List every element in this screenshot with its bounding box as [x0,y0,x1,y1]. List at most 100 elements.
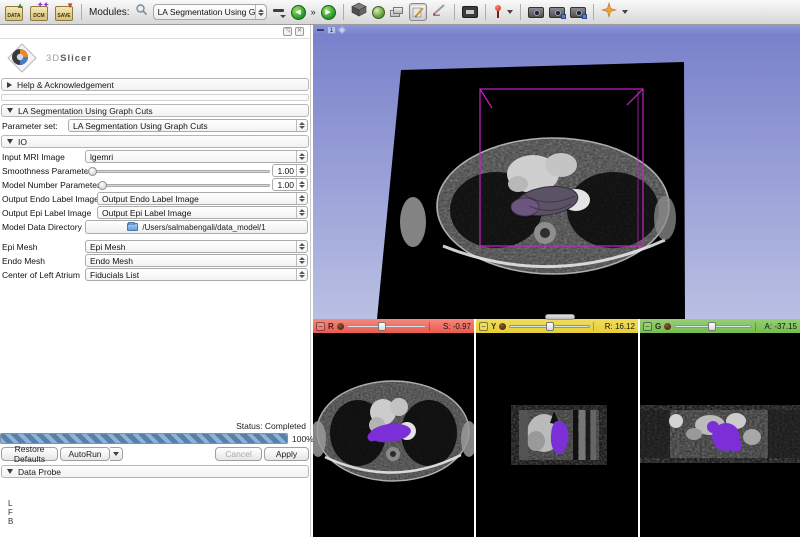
red-slice-view[interactable] [313,333,474,537]
layout-cube-icon[interactable] [351,2,367,22]
load-data-button[interactable]: ▲ DATA [4,3,24,22]
io-section-header[interactable]: IO [1,135,309,148]
module-header-label: LA Segmentation Using Graph Cuts [18,106,153,116]
yellow-slice-controller: − Y R: 16.12 [476,319,638,333]
markups-sphere-icon[interactable] [372,6,385,19]
model-number-slider[interactable] [96,184,270,187]
close-panel-icon[interactable]: ✕ [295,27,304,36]
pin-dropdown-caret-icon[interactable] [507,10,513,14]
annotation-pencil-button[interactable] [409,3,427,21]
data-probe-layer-labels: L F B [8,499,13,526]
parameter-set-combobox[interactable]: LA Segmentation Using Graph Cuts [68,119,308,132]
smoothness-spinbox[interactable]: 1.00 [272,164,308,177]
combo-arrows-icon [296,241,307,252]
dicom-stars-icon: ✦✦ [37,1,49,10]
toolbar-separator [454,4,455,20]
smoothness-value: 1.00 [273,166,296,176]
center-la-value: Fiducials List [90,270,296,280]
slice-view-letter: R [328,322,334,331]
toolbar-separator [343,4,344,20]
help-acknowledgement-header[interactable]: Help & Acknowledgement [1,78,309,91]
extensions-sparkle-icon[interactable] [601,2,617,23]
screen-capture-icon[interactable] [462,6,478,18]
data-probe-label: Data Probe [18,467,61,477]
input-mri-combobox[interactable]: lgemri [85,150,308,163]
splitter-handle[interactable] [545,314,575,320]
load-dicom-button[interactable]: ✦✦ DCM [29,3,49,22]
pin-diamond-icon[interactable] [338,25,346,33]
view-layout-area: 1 [313,25,800,537]
module-section-header[interactable]: LA Segmentation Using Graph Cuts [1,104,309,117]
combo-arrows-icon [296,207,307,218]
autorun-button[interactable]: AutoRun [60,447,110,461]
slice-layers-icon[interactable] [390,6,404,18]
collapse-icon[interactable]: − [316,322,325,331]
threed-view[interactable] [313,34,800,319]
combo-arrows-icon [296,255,307,266]
scene-view-restore-icon[interactable] [570,7,586,18]
yellow-slice-offset-value: R: 16.12 [593,322,635,331]
undock-panel-icon[interactable]: ◹ [283,27,292,36]
output-endo-label: Output Endo Label Image [2,192,99,206]
slice-menu-icon[interactable] [664,323,671,330]
green-slice-offset-value: A: -37.15 [755,322,797,331]
io-header-label: IO [18,137,27,147]
save-data-button[interactable]: ▼ SAVE [54,3,74,22]
scene-view-save-icon[interactable] [549,7,565,18]
output-endo-value: Output Endo Label Image [102,194,296,204]
panel-spacer [1,94,309,101]
expanded-arrow-icon [7,108,13,113]
epi-mesh-label: Epi Mesh [2,240,37,254]
screenshot-camera-icon[interactable] [528,7,544,18]
progress-bar [0,433,288,444]
modules-selected-value: LA Segmentation Using Graph Cuts [158,7,255,17]
save-arrow-icon: ▼ [66,1,74,10]
extensions-dropdown-caret-icon[interactable] [622,10,628,14]
collapse-icon[interactable]: − [479,322,488,331]
endo-mesh-combobox[interactable]: Endo Mesh [85,254,308,267]
forward-button[interactable]: ▶ [321,5,336,20]
parameter-set-value: LA Segmentation Using Graph Cuts [73,121,296,131]
collapse-icon[interactable]: − [643,322,652,331]
yellow-slice-offset-slider[interactable] [509,322,590,331]
green-slice-view[interactable] [640,333,800,537]
model-number-spinbox[interactable]: 1.00 [272,178,308,191]
slice-menu-icon[interactable] [499,323,506,330]
module-search-icon[interactable] [135,3,148,21]
collapse-icon[interactable] [317,29,324,31]
output-epi-combobox[interactable]: Output Epi Label Image [97,206,308,219]
center-la-combobox[interactable]: Fiducials List [85,268,308,281]
model-dir-label: Model Data Directory [2,220,82,234]
save-data-label: SAVE [54,13,74,19]
output-epi-label: Output Epi Label Image [2,206,91,220]
help-header-label: Help & Acknowledgement [17,80,114,90]
collapsed-arrow-icon [7,82,12,88]
epi-mesh-combobox[interactable]: Epi Mesh [85,240,308,253]
modules-combobox[interactable]: LA Segmentation Using Graph Cuts [153,4,267,20]
restore-defaults-button[interactable]: Restore Defaults [1,447,58,461]
red-slice-offset-slider[interactable] [347,322,426,331]
module-history-icon[interactable] [272,5,286,19]
crosshair-pin-icon[interactable] [493,5,502,19]
output-epi-value: Output Epi Label Image [102,208,296,218]
data-probe-header[interactable]: Data Probe [1,465,309,478]
cancel-button[interactable]: Cancel [215,447,262,461]
nav-separator: » [311,7,316,17]
slice-menu-icon[interactable] [337,323,344,330]
input-mri-row: Input MRI Image lgemri [0,150,310,164]
autorun-dropdown-button[interactable] [110,447,123,461]
output-endo-combobox[interactable]: Output Endo Label Image [97,192,308,205]
main-toolbar: ▲ DATA ✦✦ DCM ▼ SAVE Modules: LA Segment… [0,0,800,25]
expanded-arrow-icon [7,139,13,144]
smoothness-slider[interactable] [86,170,270,173]
parameter-set-row: Parameter set: LA Segmentation Using Gra… [0,119,310,133]
model-dir-button[interactable]: /Users/salmabengali/data_model/1 [85,220,308,234]
green-slice-offset-slider[interactable] [674,322,752,331]
back-button[interactable]: ◀ [291,5,306,20]
measurement-pencil-icon[interactable] [432,3,447,21]
apply-button[interactable]: Apply [264,447,309,461]
load-data-label: DATA [4,13,24,19]
threed-view-controller-bar[interactable]: 1 [313,25,800,34]
yellow-slice-view[interactable] [476,333,638,537]
combo-arrows-icon [296,120,307,131]
